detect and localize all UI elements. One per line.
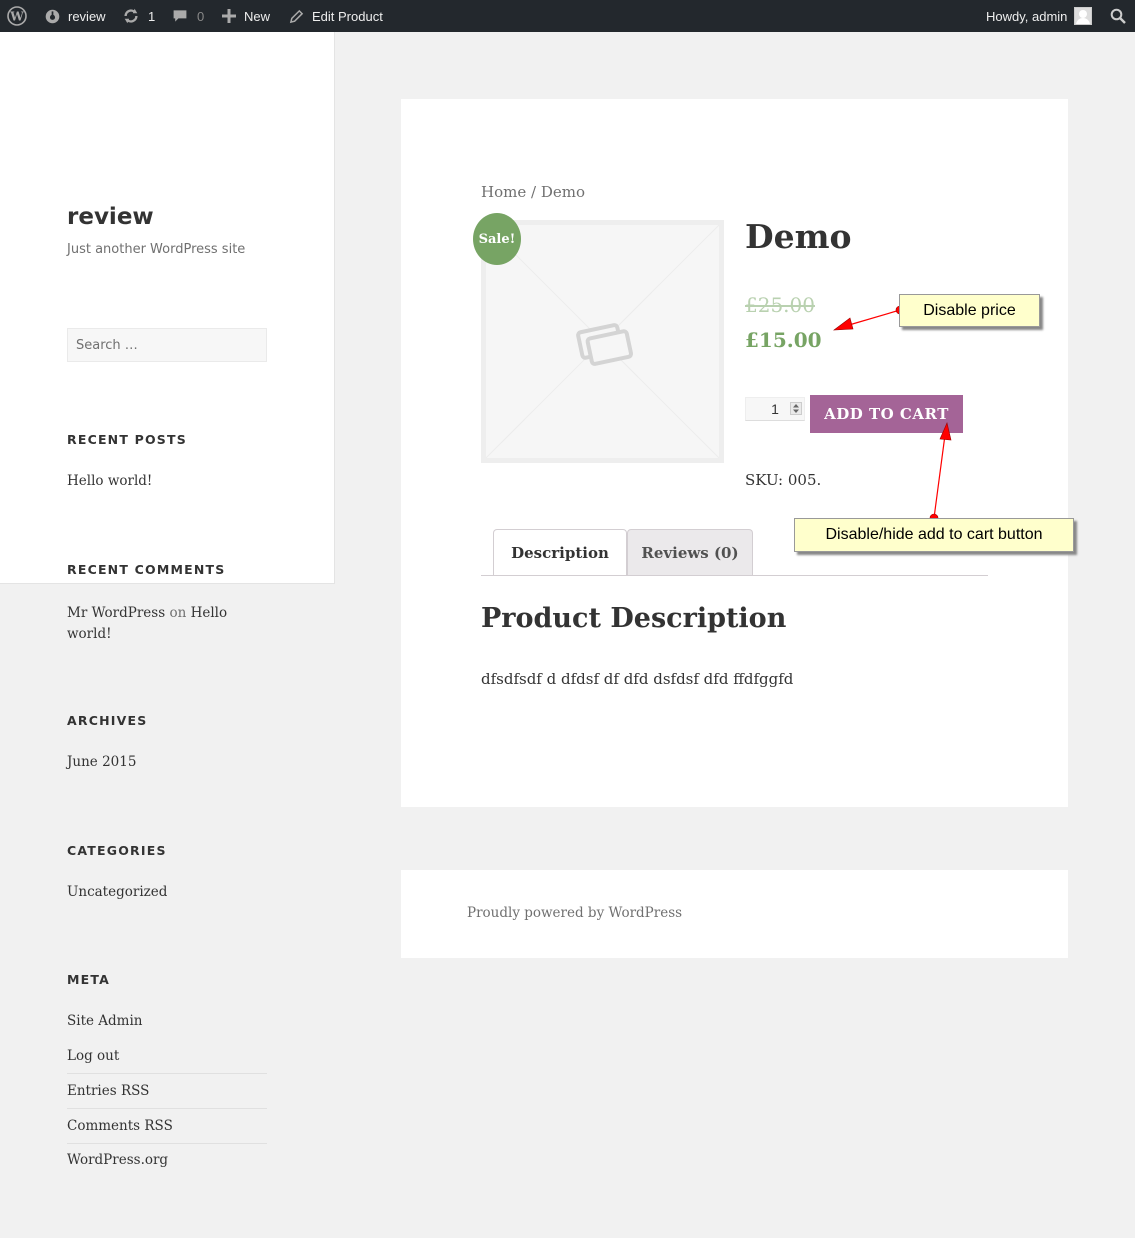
callout-disable-add-to-cart: Disable/hide add to cart button	[794, 518, 1074, 552]
annotation-arrows	[833, 305, 952, 523]
price-arrow-head	[833, 317, 854, 331]
cart-arrow-head	[939, 422, 952, 441]
callout-disable-price: Disable price	[899, 294, 1040, 327]
price-arrow-line	[848, 309, 901, 326]
cart-arrow-line	[933, 434, 946, 519]
